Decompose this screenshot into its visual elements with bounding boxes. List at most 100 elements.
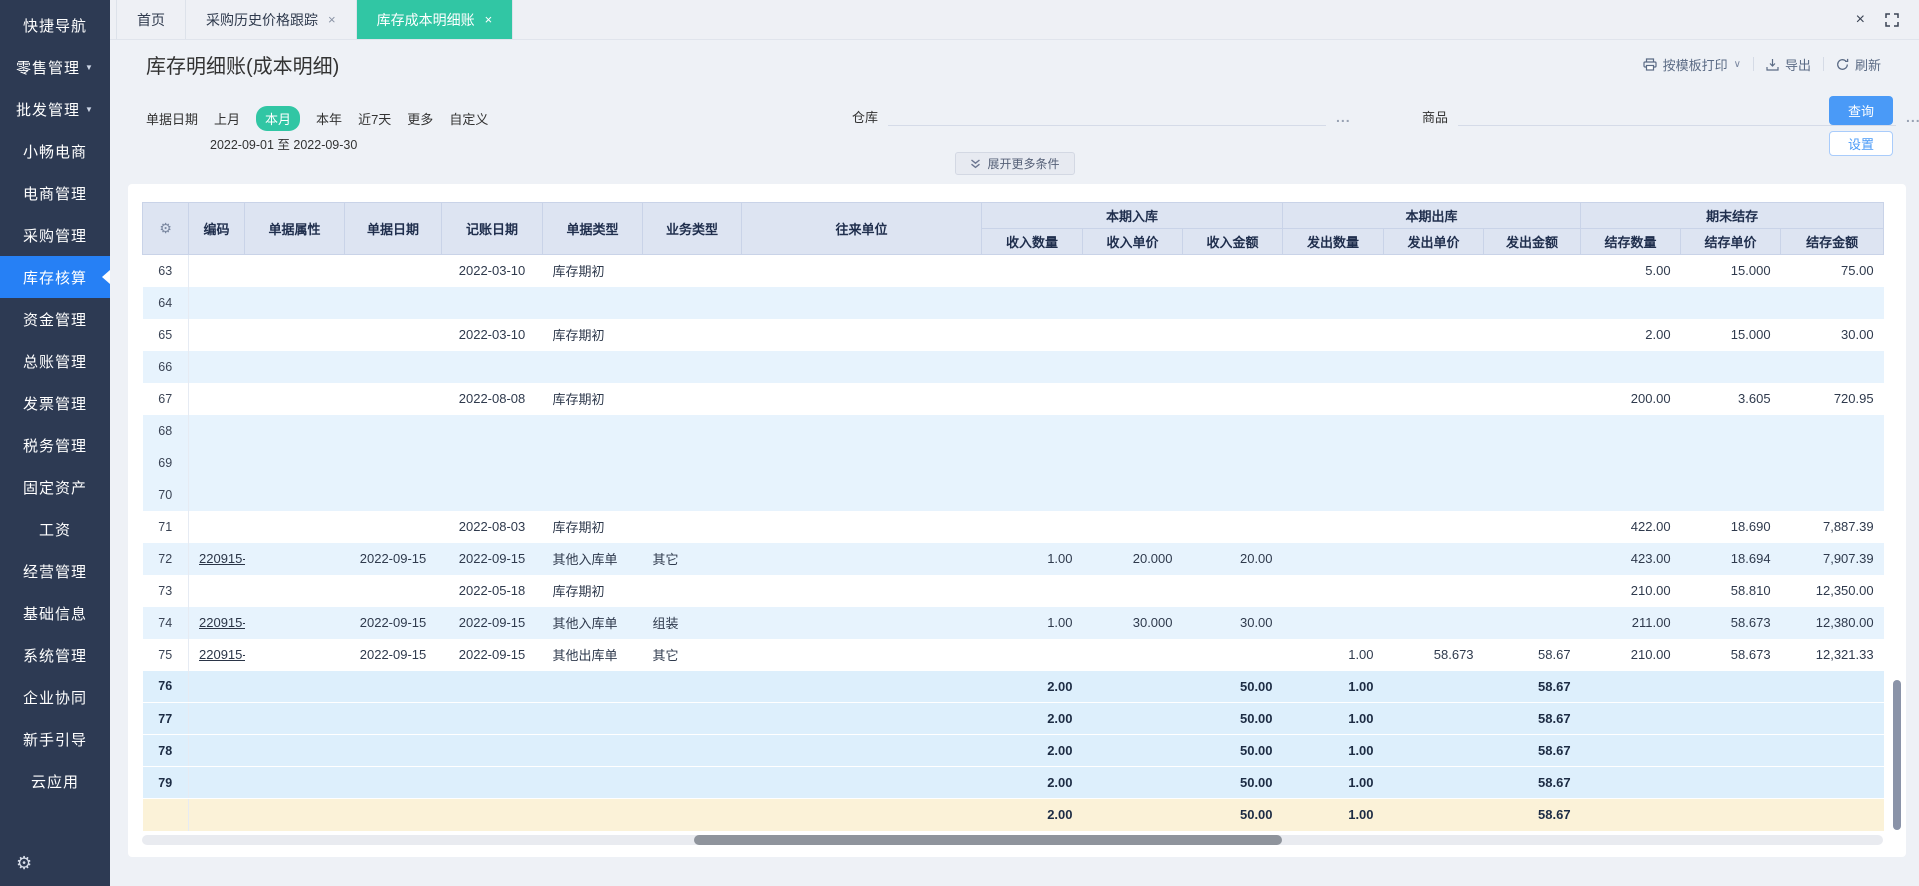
date-option[interactable]: 上月 <box>214 109 240 128</box>
cell-in_qty <box>981 414 1083 447</box>
cell-bal_qty <box>1580 446 1681 479</box>
expand-more-filters-button[interactable]: 展开更多条件 <box>954 152 1075 175</box>
sidebar-item-collaboration[interactable]: 企业协同 <box>0 676 110 718</box>
sidebar-item-onboarding[interactable]: 新手引导 <box>0 718 110 760</box>
table-row[interactable]: 2.00 50.00 1.00 58.67 <box>142 798 1884 831</box>
sidebar-item-xiaochang-ecommerce[interactable]: 小畅电商 <box>0 130 110 172</box>
cell-bal_qty <box>1580 766 1681 799</box>
cell-bal_qty: 422.00 <box>1630 519 1671 534</box>
doc-code-link[interactable]: 220915-0 <box>199 615 245 630</box>
table-row[interactable]: 63 2022-03-10 库存期初 5.00 15.000 75.00 <box>142 254 1884 287</box>
cell-out_price <box>1383 350 1484 383</box>
chevron-down-icon: ▼ <box>85 104 94 114</box>
cell-book_date: 2022-03-10 <box>458 327 526 342</box>
table-row[interactable]: 65 2022-03-10 库存期初 2.00 15.000 30.00 <box>142 318 1884 351</box>
table-row[interactable]: 73 2022-05-18 库存期初 210.00 58.810 12,350.00 <box>142 574 1884 607</box>
sidebar-item-basic-info[interactable]: 基础信息 <box>0 592 110 634</box>
column-settings-gear-icon[interactable]: ⚙ <box>159 220 172 236</box>
tab-home[interactable]: 首页 <box>116 0 186 39</box>
table-row[interactable]: 66 <box>142 350 1884 383</box>
date-option[interactable]: 更多 <box>407 109 433 128</box>
sidebar-item-operations[interactable]: 经营管理 <box>0 550 110 592</box>
cell-bal_amt <box>1780 734 1884 767</box>
sidebar-item-tax[interactable]: 税务管理 <box>0 424 110 466</box>
refresh-button[interactable]: 刷新 <box>1824 55 1893 74</box>
sidebar-settings-gear-icon[interactable]: ⚙ <box>0 840 110 886</box>
tab-close-icon[interactable]: × <box>485 13 493 26</box>
cell-out_price <box>1383 542 1484 575</box>
fullscreen-icon[interactable] <box>1885 12 1899 27</box>
date-option[interactable]: 自定义 <box>449 109 488 128</box>
cell-attr <box>245 511 345 543</box>
table-row[interactable]: 79 2.00 50.00 1.00 58.67 <box>142 766 1884 799</box>
table-row[interactable]: 75 220915-0 2022-09-15 2022-09-15 其他出库单 其它 1.0… <box>142 638 1884 671</box>
cell-in_amt <box>1182 446 1283 479</box>
tab-close-icon[interactable]: × <box>328 13 336 26</box>
cell-out_amt <box>1484 383 1581 415</box>
warehouse-input[interactable] <box>888 104 1327 126</box>
table-row[interactable]: 74220915-02022-09-152022-09-15其他入库单组装1.0… <box>142 606 1884 639</box>
tab-label: 首页 <box>137 11 165 28</box>
cell-code <box>189 575 245 607</box>
table-row[interactable]: 67 2022-08-08 库存期初 200.00 3.605 720.95 <box>142 382 1884 415</box>
cell-bal_amt <box>1780 670 1884 703</box>
sidebar-item-quick-nav[interactable]: 快捷导航 <box>0 4 110 46</box>
horizontal-scrollbar[interactable] <box>142 834 1883 845</box>
cell-biz_type <box>643 319 742 351</box>
page-title: 库存明细账(成本明细) <box>146 55 340 78</box>
table-row[interactable]: 70 <box>142 478 1884 511</box>
sidebar-item-cloud-apps[interactable]: 云应用 <box>0 760 110 802</box>
tab-inventory-cost-ledger[interactable]: 库存成本明细账 × <box>356 0 514 39</box>
cell-out_price <box>1384 383 1484 415</box>
product-picker-button[interactable]: ... <box>1906 109 1919 126</box>
cell-out_price: 58.673 <box>1433 647 1474 662</box>
export-button[interactable]: 导出 <box>1754 55 1823 74</box>
sidebar-item-purchase[interactable]: 采购管理 <box>0 214 110 256</box>
vertical-scrollbar-thumb[interactable] <box>1893 680 1901 830</box>
table-row[interactable]: 68 <box>142 414 1884 447</box>
cell-partner <box>742 639 982 671</box>
row-number-column-header[interactable]: ⚙ <box>142 202 189 255</box>
doc-code-link[interactable]: 220915-0 <box>199 647 245 662</box>
table-row[interactable]: 78 2.00 50.00 1.00 58.67 <box>142 734 1884 767</box>
cell-in_qty <box>981 478 1083 511</box>
cell-book_date <box>441 670 543 703</box>
sidebar-item-fixed-assets[interactable]: 固定资产 <box>0 466 110 508</box>
horizontal-scrollbar-thumb[interactable] <box>694 834 1282 845</box>
cell-attr <box>244 734 345 767</box>
settings-button[interactable]: 设置 <box>1829 131 1893 156</box>
sidebar-item-invoice[interactable]: 发票管理 <box>0 382 110 424</box>
sidebar: 快捷导航零售管理 ▼ 批发管理 ▼ 小畅电商 电商管理 采购管理 库存核算 资金管理 总账管理 发票… <box>0 0 110 886</box>
table-row[interactable]: 69 <box>142 446 1884 479</box>
cell-out_amt <box>1484 575 1581 607</box>
date-option[interactable]: 近7天 <box>358 109 391 128</box>
cell-bal_qty: 210.00 <box>1630 583 1671 598</box>
query-button[interactable]: 查询 <box>1829 96 1893 125</box>
table-row[interactable]: 71 2022-08-03 库存期初 422.00 18.690 7,887.39 <box>142 510 1884 543</box>
sidebar-item-system[interactable]: 系统管理 <box>0 634 110 676</box>
table-row[interactable]: 77 2.00 50.00 1.00 58.67 <box>142 702 1884 735</box>
print-by-template-button[interactable]: 按模板打印 ∨ <box>1631 55 1753 74</box>
date-option[interactable]: 本月 <box>256 106 301 131</box>
cell-biz_type <box>642 350 742 383</box>
table-row[interactable]: 64 <box>142 286 1884 319</box>
cell-out_qty <box>1282 350 1384 383</box>
sidebar-item-label: 批发管理 <box>16 101 81 119</box>
sidebar-item-wholesale[interactable]: 批发管理 ▼ <box>0 88 110 130</box>
sidebar-item-retail[interactable]: 零售管理 ▼ <box>0 46 110 88</box>
sidebar-item-funds[interactable]: 资金管理 <box>0 298 110 340</box>
sidebar-item-ecommerce[interactable]: 电商管理 <box>0 172 110 214</box>
sidebar-item-label: 快捷导航 <box>22 17 87 35</box>
sidebar-item-general-ledger[interactable]: 总账管理 <box>0 340 110 382</box>
table-row[interactable]: 76 2.00 50.00 1.00 58.67 <box>142 670 1884 703</box>
table-row[interactable]: 72220915-02022-09-152022-09-15其他入库单其它1.0… <box>142 542 1884 575</box>
sidebar-item-payroll[interactable]: 工资 <box>0 508 110 550</box>
cell-out_amt: 58.67 <box>1483 798 1581 831</box>
doc-code-link[interactable]: 220915-0 <box>199 551 245 566</box>
cell-out_price <box>1383 446 1484 479</box>
sidebar-item-inventory-accounting[interactable]: 库存核算 <box>0 256 110 298</box>
close-icon[interactable]: × <box>1856 11 1865 28</box>
date-option[interactable]: 本年 <box>316 109 342 128</box>
warehouse-picker-button[interactable]: ... <box>1336 109 1351 126</box>
tab-purchase-price-history[interactable]: 采购历史价格跟踪 × <box>186 0 357 39</box>
